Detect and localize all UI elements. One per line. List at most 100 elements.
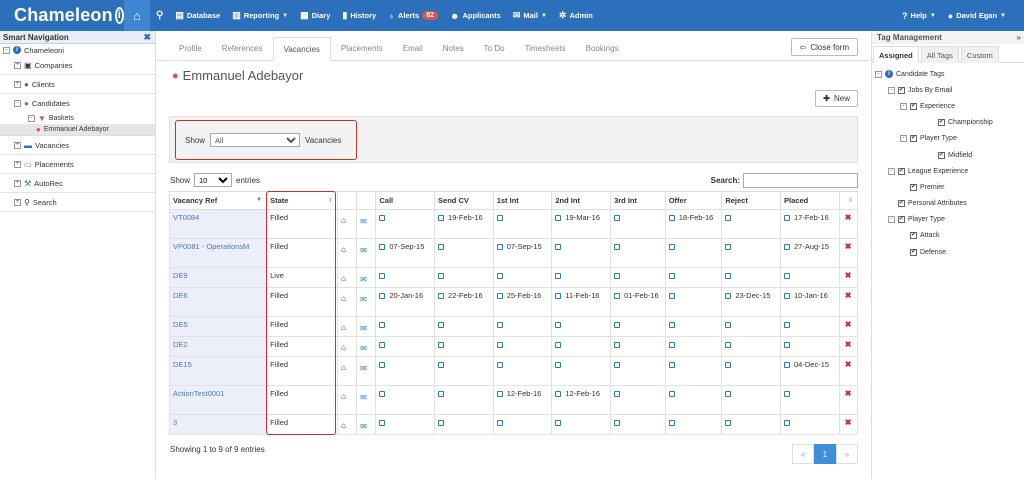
home-cell[interactable]: ⌂	[336, 209, 358, 239]
delete-icon[interactable]: ✖	[845, 340, 852, 350]
stage-cell[interactable]	[551, 238, 612, 268]
tab-notes[interactable]: Notes	[433, 36, 474, 60]
tag-checkbox[interactable]: ✔	[898, 216, 905, 224]
tag-item[interactable]: - ✔ Player Type	[872, 212, 1024, 228]
column-header[interactable]: Send CV	[434, 191, 494, 210]
mail-cell[interactable]: ✉	[356, 316, 377, 337]
mail-cell[interactable]: ✉	[356, 287, 377, 317]
table-row[interactable]: DE2 Filled ⌂ ✉ ✖	[168, 336, 859, 357]
tag-checkbox[interactable]: ✔	[938, 151, 945, 159]
stage-cell[interactable]	[664, 414, 723, 435]
table-row[interactable]: DE15 Filled ⌂ ✉ 04-Dec-15 ✖	[168, 356, 859, 386]
stage-checkbox[interactable]	[438, 362, 445, 369]
stage-cell[interactable]	[551, 316, 612, 337]
stage-checkbox[interactable]	[438, 215, 445, 222]
stage-cell[interactable]	[551, 267, 612, 288]
stage-cell[interactable]: 12-Feb-16	[551, 385, 612, 415]
stage-checkbox[interactable]	[438, 342, 445, 349]
tag-item[interactable]: ✔ Personal Attributes	[872, 196, 1024, 212]
column-header[interactable]: State ⇕	[266, 191, 338, 210]
stage-checkbox[interactable]	[438, 244, 445, 251]
stage-cell[interactable]: 27-Aug-15	[780, 238, 840, 268]
stage-cell[interactable]	[551, 336, 612, 357]
column-header[interactable]: Offer	[664, 191, 723, 210]
collapse-icon[interactable]: -	[888, 86, 895, 94]
home-cell[interactable]: ⌂	[336, 336, 358, 357]
home-cell[interactable]: ⌂	[336, 356, 358, 386]
stage-cell[interactable]	[434, 385, 494, 415]
tree-item-baskets[interactable]: - ▼ Baskets	[0, 113, 155, 124]
stage-cell[interactable]	[664, 385, 723, 415]
stage-cell[interactable]: 19-Mar-16	[551, 209, 612, 239]
collapse-icon[interactable]: -	[900, 135, 907, 143]
tree-item-current-candidate[interactable]: ● Emmanuel Adebayor	[0, 124, 155, 136]
stage-cell[interactable]	[664, 287, 723, 317]
stage-cell[interactable]	[375, 385, 436, 415]
expand-icon[interactable]: +	[14, 160, 21, 168]
stage-cell[interactable]	[721, 385, 782, 415]
expand-icon[interactable]: +	[14, 179, 21, 187]
tree-item-placements[interactable]: + ▭ Placements	[0, 155, 155, 174]
stage-checkbox[interactable]	[668, 293, 675, 300]
mail-cell[interactable]: ✉	[356, 267, 377, 288]
column-header[interactable]: ⇕	[838, 191, 859, 210]
stage-cell[interactable]	[375, 336, 436, 357]
vacancy-ref-cell[interactable]: VT0084	[168, 209, 268, 239]
stage-cell[interactable]	[610, 267, 666, 288]
stage-checkbox[interactable]	[379, 322, 386, 329]
vacancy-ref-cell[interactable]: 3	[168, 414, 268, 435]
home-cell[interactable]: ⌂	[336, 287, 358, 317]
stage-checkbox[interactable]	[555, 273, 562, 280]
stage-checkbox[interactable]	[784, 362, 791, 369]
envelope-icon[interactable]: ✉	[360, 364, 367, 374]
stage-cell[interactable]	[721, 267, 782, 288]
delete-cell[interactable]: ✖	[838, 356, 859, 386]
stage-cell[interactable]	[551, 356, 612, 386]
stage-checkbox[interactable]	[496, 273, 503, 280]
table-row[interactable]: DE6 Filled ⌂ ✉ 20-Jan-16 22-Feb-16 25-Feb-16 11…	[168, 287, 859, 317]
vacancy-ref-cell[interactable]: ActionTest0001	[168, 385, 268, 415]
stage-checkbox[interactable]	[555, 322, 562, 329]
envelope-icon[interactable]: ✉	[360, 275, 367, 285]
close-icon[interactable]: ✖	[143, 32, 151, 43]
stage-checkbox[interactable]	[496, 293, 503, 300]
home-icon[interactable]: ⌂	[341, 216, 346, 226]
vacancy-filter-select[interactable]: All	[210, 133, 301, 147]
stage-checkbox[interactable]	[784, 342, 791, 349]
stage-cell[interactable]: 19-Feb-16	[434, 209, 494, 239]
tab-bookings[interactable]: Bookings	[576, 36, 629, 60]
stage-cell[interactable]	[721, 316, 782, 337]
stage-cell[interactable]	[664, 356, 723, 386]
stage-checkbox[interactable]	[784, 391, 791, 398]
home-icon[interactable]: ⌂	[341, 421, 346, 431]
stage-checkbox[interactable]	[614, 215, 621, 222]
stage-checkbox[interactable]	[496, 342, 503, 349]
tag-checkbox[interactable]: ✔	[910, 102, 917, 110]
home-icon[interactable]: ⌂	[341, 323, 346, 333]
home-cell[interactable]: ⌂	[336, 385, 358, 415]
stage-cell[interactable]	[434, 336, 494, 357]
tag-item[interactable]: - i Candidate Tags	[872, 66, 1024, 82]
stage-checkbox[interactable]	[668, 362, 675, 369]
stage-checkbox[interactable]	[668, 273, 675, 280]
vacancy-ref-cell[interactable]: VP0081 - OperationsM	[168, 238, 268, 268]
stage-cell[interactable]	[721, 414, 782, 435]
stage-cell[interactable]	[721, 238, 782, 268]
stage-checkbox[interactable]	[555, 244, 562, 251]
search-input[interactable]	[743, 173, 858, 188]
tag-item[interactable]: ✔ Championship	[872, 115, 1024, 131]
tab-custom[interactable]: Custom	[960, 46, 999, 63]
stage-cell[interactable]	[492, 316, 553, 337]
column-header[interactable]: Vacancy Ref ▼	[168, 191, 268, 210]
help-menu[interactable]: ? Help ▼	[896, 0, 942, 31]
expand-icon[interactable]: +	[14, 80, 21, 88]
stage-cell[interactable]	[664, 316, 723, 337]
column-header[interactable]: 3rd Int	[610, 191, 666, 210]
column-header[interactable]: Call	[375, 191, 436, 210]
delete-cell[interactable]: ✖	[838, 316, 859, 337]
stage-checkbox[interactable]	[784, 244, 791, 251]
expand-panel-icon[interactable]: »	[1017, 33, 1021, 42]
tag-checkbox[interactable]: ✔	[938, 119, 945, 127]
stage-checkbox[interactable]	[496, 244, 503, 251]
stage-checkbox[interactable]	[555, 215, 562, 222]
